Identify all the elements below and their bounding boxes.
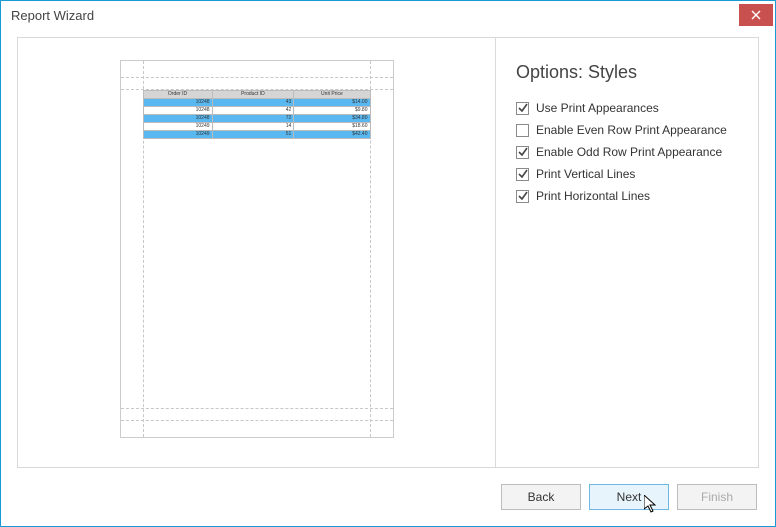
close-icon: [751, 10, 761, 20]
finish-button: Finish: [677, 484, 757, 510]
options-pane: Options: Styles Use Print Appearances En…: [496, 38, 758, 467]
checkbox-enable-odd-row[interactable]: Enable Odd Row Print Appearance: [516, 145, 738, 159]
margin-guide: [121, 77, 393, 78]
checkbox-icon: [516, 146, 529, 159]
col-header: Product ID: [212, 91, 294, 99]
checkbox-print-horizontal-lines[interactable]: Print Horizontal Lines: [516, 189, 738, 203]
wizard-buttons: Back Next Finish: [501, 484, 757, 510]
checkbox-enable-even-row[interactable]: Enable Even Row Print Appearance: [516, 123, 738, 137]
table-row: 10248 72 $34.80: [143, 115, 370, 123]
checkbox-icon: [516, 124, 529, 137]
checkbox-icon: [516, 190, 529, 203]
page-preview: Order ID Product ID Unit Price 10248 43 …: [120, 60, 394, 438]
table-row: 10248 42 $9.80: [143, 107, 370, 115]
checkbox-icon: [516, 102, 529, 115]
options-heading: Options: Styles: [516, 62, 738, 83]
table-header-row: Order ID Product ID Unit Price: [143, 91, 370, 99]
margin-guide: [121, 408, 393, 409]
titlebar: Report Wizard: [1, 1, 775, 29]
checkbox-print-vertical-lines[interactable]: Print Vertical Lines: [516, 167, 738, 181]
wizard-window: Report Wizard Order ID: [0, 0, 776, 527]
next-button[interactable]: Next: [589, 484, 669, 510]
preview-pane: Order ID Product ID Unit Price 10248 43 …: [18, 38, 496, 467]
content-area: Order ID Product ID Unit Price 10248 43 …: [17, 37, 759, 468]
back-button[interactable]: Back: [501, 484, 581, 510]
col-header: Unit Price: [294, 91, 370, 99]
checkbox-label: Print Horizontal Lines: [536, 189, 650, 203]
checkbox-use-print-appearances[interactable]: Use Print Appearances: [516, 101, 738, 115]
close-button[interactable]: [739, 4, 773, 26]
table-row: 10249 51 $42.40: [143, 131, 370, 139]
col-header: Order ID: [143, 91, 212, 99]
checkbox-label: Print Vertical Lines: [536, 167, 635, 181]
table-row: 10249 14 $18.60: [143, 123, 370, 131]
table-row: 10248 43 $14.00: [143, 99, 370, 107]
window-title: Report Wizard: [11, 8, 94, 23]
checkbox-label: Use Print Appearances: [536, 101, 659, 115]
checkbox-icon: [516, 168, 529, 181]
checkbox-label: Enable Odd Row Print Appearance: [536, 145, 722, 159]
preview-table: Order ID Product ID Unit Price 10248 43 …: [143, 90, 371, 139]
margin-guide: [121, 420, 393, 421]
checkbox-label: Enable Even Row Print Appearance: [536, 123, 727, 137]
